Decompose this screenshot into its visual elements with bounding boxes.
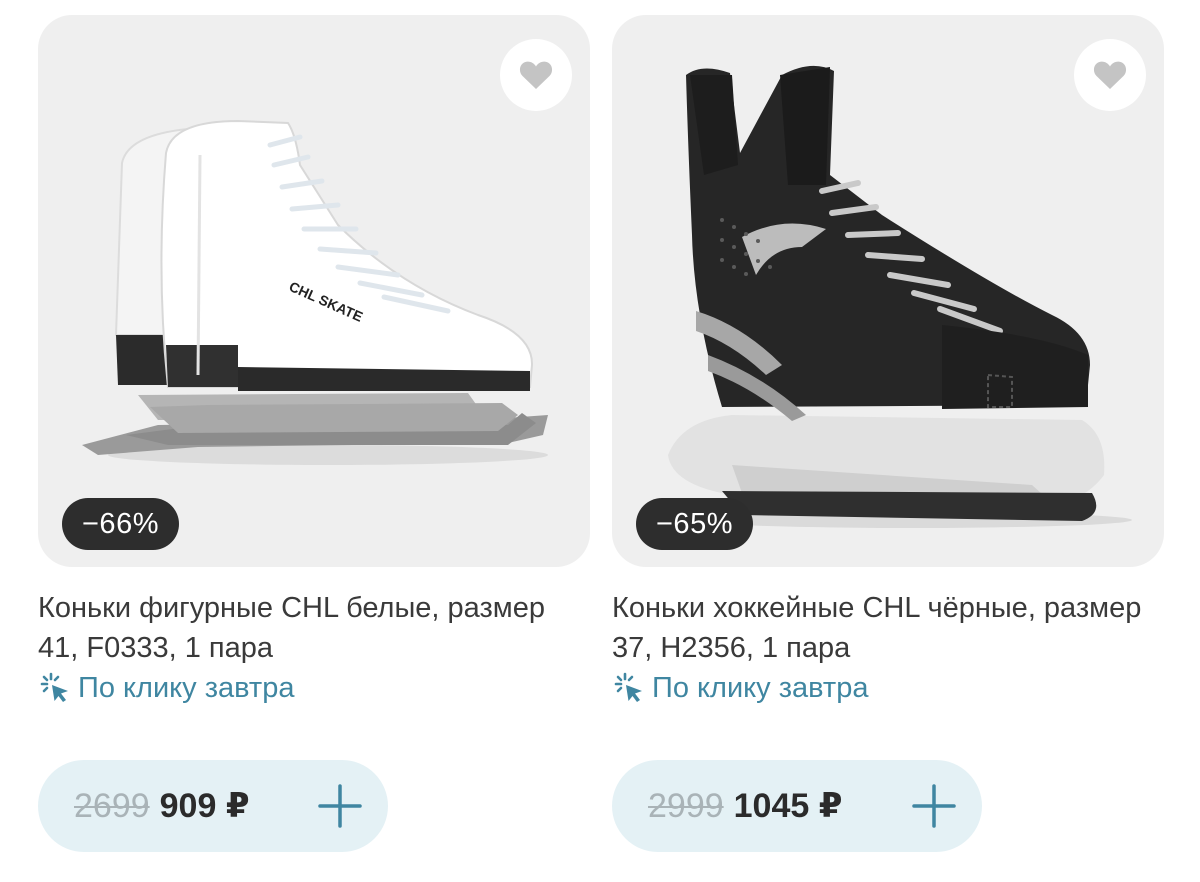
discount-badge: −65% xyxy=(636,498,753,550)
delivery-info: По клику завтра xyxy=(612,668,868,708)
heart-icon xyxy=(1093,61,1127,89)
heart-icon xyxy=(519,61,553,89)
discount-badge: −66% xyxy=(62,498,179,550)
product-card-hockey-skates[interactable]: −65% Коньки хоккейные CHL чёрные, размер… xyxy=(612,0,1164,882)
current-price: 1045 ₽ xyxy=(733,787,843,825)
old-price: 2999 xyxy=(648,786,724,825)
sparkle-click-icon xyxy=(614,672,642,702)
product-card-figure-skates[interactable]: CHL SKATE −66% Коньки фигурные CHL белые… xyxy=(38,0,590,882)
product-title[interactable]: Коньки хоккейные CHL чёрные, размер 37, … xyxy=(612,588,1164,668)
product-title[interactable]: Коньки фигурные CHL белые, размер 41, F0… xyxy=(38,588,590,668)
add-to-cart-button[interactable]: 2999 1045 ₽ xyxy=(612,760,982,852)
product-image-container[interactable]: CHL SKATE −66% xyxy=(38,15,590,567)
product-image-container[interactable]: −65% xyxy=(612,15,1164,567)
delivery-text: По клику завтра xyxy=(78,672,295,704)
delivery-info: По клику завтра xyxy=(38,668,294,708)
sparkle-click-icon xyxy=(40,672,68,702)
product-grid: CHL SKATE −66% Коньки фигурные CHL белые… xyxy=(0,0,1200,882)
current-price: 909 ₽ xyxy=(159,787,250,825)
plus-icon xyxy=(912,784,956,828)
favorite-button[interactable] xyxy=(500,39,572,111)
add-to-cart-button[interactable]: 2699 909 ₽ xyxy=(38,760,388,852)
old-price: 2699 xyxy=(74,786,150,825)
favorite-button[interactable] xyxy=(1074,39,1146,111)
plus-icon xyxy=(318,784,362,828)
delivery-text: По клику завтра xyxy=(652,672,869,704)
